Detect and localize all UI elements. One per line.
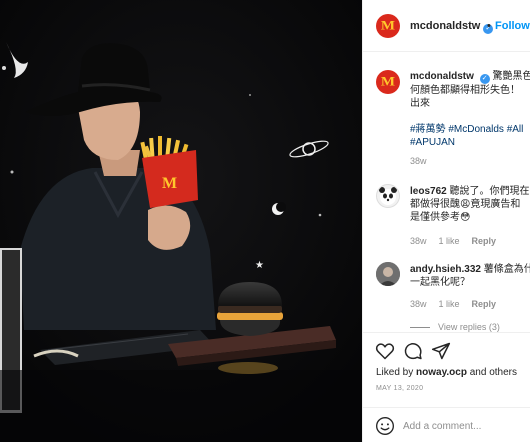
post-side-panel: M mcdonaldstw ✓ • Follow M mcdonaldstw ✓ … [362,0,530,442]
view-replies-button[interactable]: View replies (3) [410,322,500,332]
star-doodle: ★ [255,260,264,271]
panda-avatar-icon [379,187,397,205]
comment-line-2: 一起黑化呢？ [410,277,470,288]
caption-line-1: 驚艷黑色 [492,71,530,82]
comment-meta: 38w 1 like Reply [410,236,508,246]
comment-line-2: 都做得很醜😩竟現廣告和 [410,199,521,210]
comment-avatar[interactable] [376,184,400,208]
caption-hashtags-2[interactable]: #APUJAN [410,137,455,148]
black-burger [217,282,283,336]
comments-list[interactable]: M mcdonaldstw ✓ 驚艷黑色 何顏色都顯得相形失色！ 出來 #蔣萬勢… [363,52,530,332]
caption-hashtags[interactable]: #蔣萬勢 #McDonalds #All [410,124,523,135]
comment-line-3: 是僅供參考😳 [410,212,471,223]
comment-avatar[interactable] [376,262,400,286]
caption-time: 38w [410,156,427,166]
liked-by-user[interactable]: noway.ocp [416,367,467,378]
account-username[interactable]: mcdonaldstw ✓ [410,20,494,34]
comment-line-1: 薯條盒為什 [483,264,530,275]
caption-line-2: 何顏色都顯得相形失色！ [410,85,520,96]
hand [148,205,191,250]
photo-illustration: ★ M [0,0,362,442]
add-comment-bar [363,407,530,442]
account-avatar[interactable]: M [376,14,400,38]
heart-icon[interactable] [375,341,395,366]
comment-time: 38w [410,236,427,246]
mcdonalds-logo-icon: M [380,18,396,33]
post-actions: Liked by noway.ocp and others MAY 13, 20… [363,332,530,442]
caption-avatar[interactable]: M [376,70,400,94]
comment-icon[interactable] [403,341,423,366]
comment-text: andy.hsieh.332 薯條盒為什 一起黑化呢？ [410,263,530,289]
post-photo[interactable]: ★ M [0,0,362,442]
comment-time: 38w [410,299,427,309]
svg-text:M: M [162,175,177,192]
follow-button[interactable]: Follow [495,20,530,32]
share-icon[interactable] [431,341,451,366]
mcdonalds-logo-icon: M [380,74,396,89]
comment-username[interactable]: leos762 [410,186,447,197]
comment-likes[interactable]: 1 like [439,299,460,309]
emoji-icon[interactable] [375,416,395,441]
reply-button[interactable]: Reply [472,299,497,309]
caption-text: mcdonaldstw ✓ 驚艷黑色 何顏色都顯得相形失色！ 出來 #蔣萬勢 #… [410,70,530,149]
post-header: M mcdonaldstw ✓ • Follow [363,0,530,52]
liked-by: Liked by noway.ocp and others [376,367,517,378]
caption-line-3: 出來 [410,98,430,109]
separator-dot: • [487,20,491,32]
caption-meta: 38w [410,156,439,166]
add-comment-input[interactable] [403,417,523,435]
liked-by-others[interactable]: and others [467,367,517,378]
caption-username[interactable]: mcdonaldstw [410,71,474,82]
account-username-text[interactable]: mcdonaldstw [410,20,480,32]
comment-line-1: 聽說了。你們現在 [449,186,530,197]
liked-by-prefix: Liked by [376,367,417,378]
comment-meta: 38w 1 like Reply [410,299,508,309]
reply-button[interactable]: Reply [472,236,497,246]
post-date: MAY 13, 2020 [376,385,424,392]
comment-likes[interactable]: 1 like [439,236,460,246]
comment-text: leos762 聽說了。你們現在 都做得很醜😩竟現廣告和 是僅供參考😳 [410,185,530,224]
user-photo-avatar-icon [376,262,400,286]
comment-username[interactable]: andy.hsieh.332 [410,264,481,275]
verified-badge-icon: ✓ [479,74,490,84]
